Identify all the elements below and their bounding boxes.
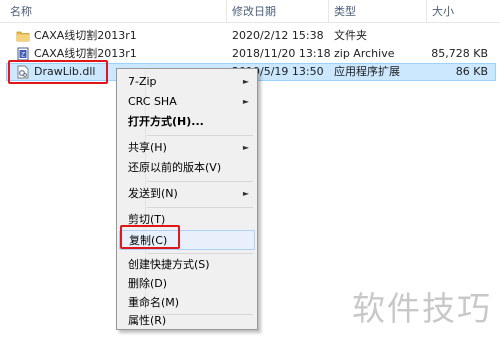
menu-item-label: 删除(D) [128, 277, 168, 290]
column-header-type[interactable]: 类型 [330, 4, 426, 20]
menu-item-label: 重命名(M) [128, 296, 180, 309]
column-header-bar: 名称 修改日期 类型 大小 [0, 0, 500, 23]
file-type: zip Archive [334, 47, 395, 60]
menu-item-label: CRC SHA [128, 95, 177, 108]
menu-item-properties[interactable]: 属性(R) [119, 311, 255, 331]
column-header-size[interactable]: 大小 [428, 4, 500, 20]
file-type: 应用程序扩展 [334, 65, 400, 78]
menu-separator [147, 207, 253, 208]
file-row[interactable]: CAXA线切割2013r1 2020/2/12 15:38 文件夹 [0, 27, 500, 45]
file-name: CAXA线切割2013r1 [34, 29, 137, 42]
annotation-box-file [8, 60, 108, 84]
submenu-arrow-icon: ► [242, 97, 249, 106]
menu-item-label: 打开方式(H)... [128, 115, 204, 128]
file-size: 86 KB [455, 65, 488, 78]
menu-item-share[interactable]: 共享(H) ► [119, 138, 255, 158]
file-date: 2018/11/20 13:18 [232, 47, 331, 60]
menu-item-restore-versions[interactable]: 还原以前的版本(V) [119, 158, 255, 178]
menu-item-label: 共享(H) [128, 141, 167, 154]
menu-item-7zip[interactable]: 7-Zip ► [119, 72, 255, 92]
menu-item-label: 发送到(N) [128, 187, 178, 200]
menu-item-send-to[interactable]: 发送到(N) ► [119, 184, 255, 204]
menu-separator [147, 181, 253, 182]
submenu-arrow-icon: ► [242, 189, 249, 198]
context-menu: 7-Zip ► CRC SHA ► 打开方式(H)... 共享(H) ► 还原以… [116, 68, 258, 330]
column-divider[interactable] [328, 0, 329, 22]
menu-item-crc-sha[interactable]: CRC SHA ► [119, 92, 255, 112]
column-divider[interactable] [426, 0, 427, 22]
menu-separator [147, 253, 253, 254]
submenu-arrow-icon: ► [242, 143, 249, 152]
annotation-box-copy [120, 225, 180, 249]
menu-item-label: 7-Zip [128, 75, 157, 88]
menu-item-create-shortcut[interactable]: 创建快捷方式(S) [119, 255, 255, 275]
menu-item-open-with[interactable]: 打开方式(H)... [119, 112, 255, 132]
menu-separator [147, 135, 253, 136]
folder-icon [16, 29, 30, 43]
file-date: 2020/2/12 15:38 [232, 29, 324, 42]
menu-item-label: 创建快捷方式(S) [128, 258, 210, 271]
file-size: 85,728 KB [431, 47, 488, 60]
menu-item-delete[interactable]: 删除(D) [119, 274, 255, 294]
column-header-date[interactable]: 修改日期 [228, 4, 328, 20]
file-type: 文件夹 [334, 29, 367, 42]
file-size [430, 27, 488, 45]
watermark-text: 软件技巧 [352, 289, 492, 328]
zip-archive-icon: Z [16, 47, 30, 61]
column-divider[interactable] [226, 0, 227, 22]
menu-item-label: 还原以前的版本(V) [128, 161, 222, 174]
menu-item-rename[interactable]: 重命名(M) [119, 293, 255, 313]
submenu-arrow-icon: ► [242, 77, 249, 86]
column-header-name[interactable]: 名称 [6, 4, 226, 20]
menu-item-label: 属性(R) [128, 314, 167, 327]
svg-text:Z: Z [21, 52, 25, 59]
